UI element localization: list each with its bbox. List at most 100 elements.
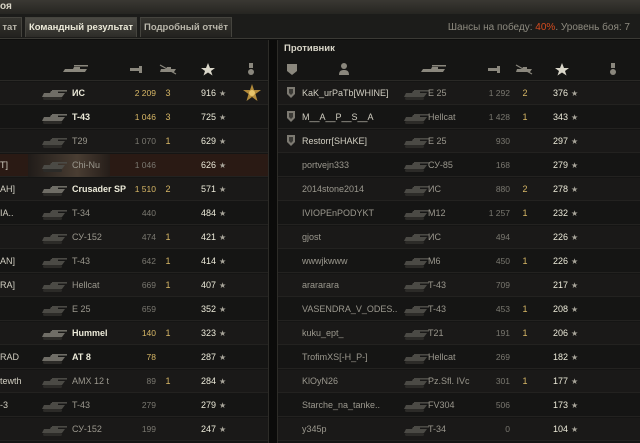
player-row[interactable]: tewth AMX 12 t 89 1 284 ★ <box>0 370 268 393</box>
player-row[interactable]: 2014stone2014 ИС 880 2 278 ★ <box>278 178 640 201</box>
damage-value: 168 <box>495 160 510 170</box>
tank-icon[interactable] <box>60 62 90 76</box>
tank-icon[interactable] <box>418 62 448 76</box>
damage-value: 659 <box>141 304 156 314</box>
tank-silhouette-icon <box>404 330 429 340</box>
player-row[interactable]: KaK_urPaTb[WHINE] E 25 1 292 2 376 ★ <box>278 82 640 105</box>
player-row[interactable]: Starche_na_tanke.. FV304 506 173 ★ <box>278 394 640 417</box>
tank-silhouette-icon <box>42 90 67 100</box>
kills-value: 2 <box>522 184 528 194</box>
player-name[interactable]: M__A__P__S__A <box>302 106 406 129</box>
player-name[interactable]: tewth <box>0 370 40 393</box>
player-name[interactable]: -3 <box>0 394 40 417</box>
damage-icon[interactable] <box>486 62 502 76</box>
player-name[interactable] <box>0 226 40 249</box>
tank-silhouette-icon <box>404 210 429 220</box>
player-name[interactable]: IVIOPEnPODYKT <box>302 202 406 225</box>
player-icon[interactable] <box>338 62 350 76</box>
player-row[interactable]: KlOyN26 Pz.Sfl. IVc 301 1 177 ★ <box>278 370 640 393</box>
player-name[interactable]: KlOyN26 <box>302 370 406 393</box>
tab-detailed-report[interactable]: Подробный отчёт <box>140 17 232 37</box>
player-row[interactable]: AH] Crusader SP 1 510 2 571 ★ <box>0 178 268 201</box>
player-row[interactable]: T] Chi-Nu 1 046 626 ★ <box>0 154 268 177</box>
experience-value: 217 <box>552 280 568 290</box>
tank-silhouette-icon <box>404 282 429 292</box>
damage-value: 506 <box>495 400 510 410</box>
player-row[interactable]: IVIOPEnPODYKT M12 1 257 1 232 ★ <box>278 202 640 225</box>
tank-silhouette-icon <box>42 306 67 316</box>
damage-value: 1 046 <box>134 160 156 170</box>
player-row[interactable]: СУ-152 474 1 421 ★ <box>0 226 268 249</box>
player-name[interactable]: Starche_na_tanke.. <box>302 394 406 417</box>
experience-star-icon[interactable] <box>554 62 570 76</box>
player-row[interactable]: y345p T-34 0 104 ★ <box>278 418 640 441</box>
player-row[interactable]: СУ-152 199 247 ★ <box>0 418 268 441</box>
player-row[interactable]: T29 1 070 1 629 ★ <box>0 130 268 153</box>
kills-value: 1 <box>165 328 171 338</box>
player-name[interactable]: 2014stone2014 <box>302 178 406 201</box>
damage-icon[interactable] <box>128 62 144 76</box>
player-row[interactable]: VASENDRA_V_ODES.. T-43 453 1 208 ★ <box>278 298 640 321</box>
player-row[interactable]: IA.. T-34 440 484 ★ <box>0 202 268 225</box>
win-chance-info: Шансы на победу: 40%. Уровень боя: 7 <box>448 22 630 33</box>
experience-star-icon: ★ <box>571 233 579 242</box>
enemy-rows: KaK_urPaTb[WHINE] E 25 1 292 2 376 ★ M__A__P__… <box>278 82 640 443</box>
experience-value: 352 <box>200 304 216 314</box>
tank-silhouette-icon <box>404 162 429 172</box>
player-row[interactable]: wwwjkwww M6 450 1 226 ★ <box>278 250 640 273</box>
player-row[interactable]: E 25 659 352 ★ <box>0 298 268 321</box>
kills-value <box>518 226 532 249</box>
player-name[interactable] <box>0 130 40 153</box>
player-name[interactable]: AH] <box>0 178 40 201</box>
player-name[interactable] <box>0 322 40 345</box>
player-row[interactable]: RA] Hellcat 669 1 407 ★ <box>0 274 268 297</box>
player-name[interactable]: TrofimXS[-H_P-] <box>302 346 406 369</box>
player-name[interactable]: IA.. <box>0 202 40 225</box>
tank-silhouette-icon <box>42 258 67 268</box>
player-name[interactable]: Restorr[SHAKE] <box>302 130 406 153</box>
player-row[interactable]: kuku_ept_ T21 191 1 206 ★ <box>278 322 640 345</box>
damage-value: 440 <box>141 208 156 218</box>
tab-team-result[interactable]: Командный результат <box>25 17 137 37</box>
player-row[interactable]: gjost ИС 494 226 ★ <box>278 226 640 249</box>
kills-value: 1 <box>165 232 171 242</box>
player-row[interactable]: ИС 2 209 3 916 ★ <box>0 82 268 105</box>
tab-personal-result[interactable]: тат <box>0 17 22 37</box>
player-row[interactable]: -3 T-43 279 279 ★ <box>0 394 268 417</box>
player-name[interactable]: kuku_ept_ <box>302 322 406 345</box>
platoon-icon[interactable] <box>286 62 298 76</box>
medal-icon[interactable] <box>608 62 618 76</box>
player-name[interactable]: AN] <box>0 250 40 273</box>
player-name[interactable]: y345p <box>302 418 406 441</box>
kills-icon[interactable] <box>158 62 178 76</box>
player-row[interactable]: AN] T-43 642 1 414 ★ <box>0 250 268 273</box>
player-name[interactable]: T] <box>0 154 40 177</box>
player-row[interactable]: Hummel 140 1 323 ★ <box>0 322 268 345</box>
player-name[interactable]: RAD <box>0 346 40 369</box>
player-row[interactable]: TrofimXS[-H_P-] Hellcat 269 182 ★ <box>278 346 640 369</box>
player-row[interactable]: RAD AT 8 78 287 ★ <box>0 346 268 369</box>
medal-icon[interactable] <box>246 62 256 76</box>
player-name[interactable]: VASENDRA_V_ODES.. <box>302 298 406 321</box>
player-name[interactable]: portvejn333 <box>302 154 406 177</box>
achievement-medal-icon[interactable] <box>243 84 261 102</box>
experience-star-icon: ★ <box>219 137 227 146</box>
player-name[interactable]: KaK_urPaTb[WHINE] <box>302 82 406 105</box>
player-name[interactable]: wwwjkwww <box>302 250 406 273</box>
allied-rows: ИС 2 209 3 916 ★ T-43 1 046 3 725 ★ T29 1 070 1 629 ★ T… <box>0 82 268 443</box>
player-name[interactable] <box>0 82 40 105</box>
player-name[interactable] <box>0 106 40 129</box>
player-name[interactable] <box>0 298 40 321</box>
player-row[interactable]: M__A__P__S__A Hellcat 1 428 1 343 ★ <box>278 106 640 129</box>
player-name[interactable]: arararara <box>302 274 406 297</box>
player-name[interactable] <box>0 418 40 441</box>
player-row[interactable]: portvejn333 СУ-85 168 279 ★ <box>278 154 640 177</box>
experience-star-icon[interactable] <box>200 62 216 76</box>
player-row[interactable]: arararara T-43 709 217 ★ <box>278 274 640 297</box>
player-row[interactable]: Restorr[SHAKE] E 25 930 297 ★ <box>278 130 640 153</box>
experience-star-icon: ★ <box>219 113 227 122</box>
player-row[interactable]: T-43 1 046 3 725 ★ <box>0 106 268 129</box>
player-name[interactable]: gjost <box>302 226 406 249</box>
kills-icon[interactable] <box>514 62 534 76</box>
player-name[interactable]: RA] <box>0 274 40 297</box>
